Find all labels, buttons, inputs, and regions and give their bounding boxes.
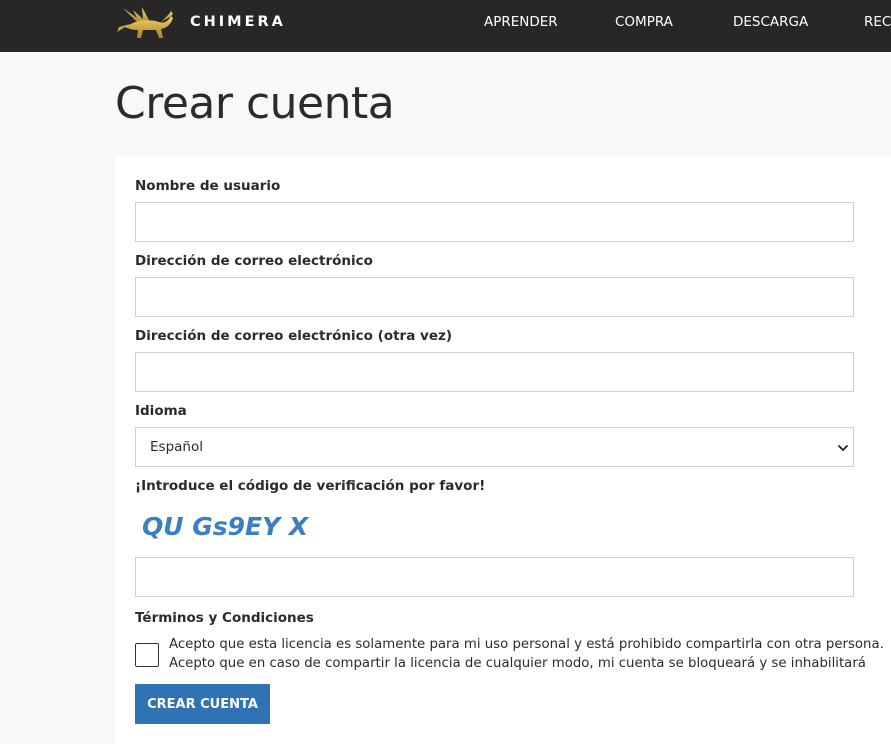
- captcha-text: QU Gs9EY X: [142, 512, 310, 541]
- email-confirm-label: Dirección de correo electrónico (otra ve…: [135, 328, 452, 344]
- brand-name: CHIMERA: [190, 14, 286, 30]
- nav-compra[interactable]: COMPRA: [615, 14, 673, 30]
- language-selected-value: Español: [150, 439, 203, 455]
- terms-checkbox[interactable]: [135, 643, 159, 667]
- terms-text-line-1: Acepto que esta licencia es solamente pa…: [169, 637, 884, 652]
- username-label: Nombre de usuario: [135, 178, 281, 194]
- terms-text-line-2: Acepto que en caso de compartir la licen…: [169, 656, 866, 671]
- top-nav-bar: CHIMERA APRENDER COMPRA DESCARGA REC: [0, 0, 891, 52]
- captcha-input[interactable]: [135, 557, 854, 597]
- brand-logo[interactable]: CHIMERA: [113, 2, 286, 42]
- email-confirm-input[interactable]: [135, 352, 854, 392]
- language-select[interactable]: Español: [135, 427, 854, 467]
- language-label: Idioma: [135, 403, 187, 419]
- email-label: Dirección de correo electrónico: [135, 253, 373, 269]
- username-input[interactable]: [135, 202, 854, 242]
- chevron-down-icon: [838, 445, 848, 451]
- nav-descarga[interactable]: DESCARGA: [733, 14, 808, 30]
- page-title: Crear cuenta: [115, 78, 395, 129]
- create-account-button[interactable]: CREAR CUENTA: [135, 684, 270, 724]
- email-input[interactable]: [135, 277, 854, 317]
- nav-aprender[interactable]: APRENDER: [484, 14, 558, 30]
- terms-label: Términos y Condiciones: [135, 610, 314, 626]
- chimera-logo-icon: [117, 7, 173, 38]
- nav-recursos[interactable]: REC: [864, 14, 891, 30]
- captcha-label: ¡Introduce el código de verificación por…: [135, 478, 486, 494]
- captcha-image: QU Gs9EY X: [142, 512, 310, 541]
